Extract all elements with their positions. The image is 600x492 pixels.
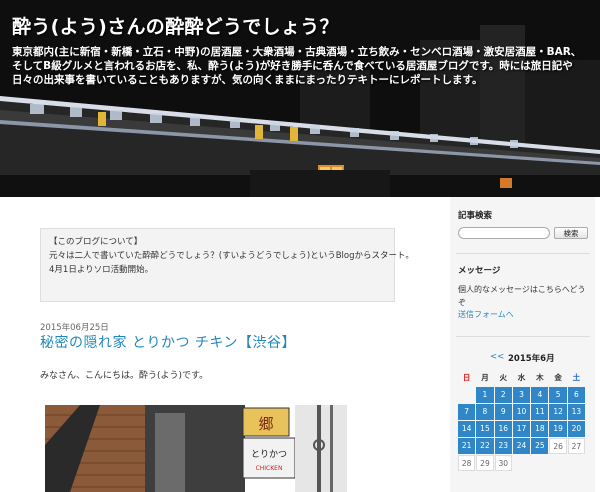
calendar-weekday: 金 — [554, 373, 562, 382]
calendar-day: 29 — [476, 455, 494, 471]
blog-description: 東京都内(主に新宿・新橋・立石・中野)の居酒屋・大衆酒場・古典酒場・立ち飲み・セ… — [12, 46, 582, 86]
calendar-day[interactable]: 23 — [494, 438, 512, 454]
main-column: 【このブログについて】 元々は二人で書いていた酔酔どうでしょう？(すいようどうで… — [30, 197, 430, 492]
message-form-link[interactable]: 送信フォームへ — [458, 309, 586, 320]
about-heading: 【このブログについて】 — [49, 237, 143, 247]
post-greeting: みなさん、こんにちは。酔う(よう)です。 — [40, 371, 209, 381]
calendar-day[interactable]: 17 — [512, 421, 531, 437]
calendar-day: 26 — [549, 438, 567, 454]
calendar-week-row: 123456 — [458, 387, 586, 403]
calendar-day[interactable]: 12 — [549, 404, 567, 420]
calendar-day[interactable]: 16 — [494, 421, 512, 437]
calendar-day[interactable]: 20 — [567, 421, 586, 437]
message-description: 個人的なメッセージはこちらへどうぞ — [458, 285, 586, 307]
calendar-week-row: 21 22 23 24 25 26 27 — [458, 438, 586, 454]
calendar-weekday: 土 — [572, 373, 581, 382]
restaurant-photo: 郷 とりかつ CHICKEN — [45, 405, 347, 492]
calendar-day[interactable]: 3 — [512, 387, 531, 403]
sign-text-2-sub: CHICKEN — [256, 465, 283, 472]
calendar-day: 30 — [494, 455, 512, 471]
calendar-day[interactable]: 2 — [494, 387, 512, 403]
calendar-day[interactable]: 8 — [476, 404, 494, 420]
calendar-weekday: 水 — [517, 373, 526, 382]
calendar-weekday: 月 — [481, 373, 489, 382]
post-photo[interactable]: 郷 とりかつ CHICKEN — [45, 405, 347, 492]
search-widget-title: 記事検索 — [458, 211, 493, 221]
message-widget: メッセージ 個人的なメッセージはこちらへどうぞ 送信フォームへ — [458, 264, 586, 320]
calendar-weekday: 日 — [462, 373, 471, 382]
calendar-day[interactable]: 18 — [531, 421, 549, 437]
calendar-day[interactable]: 5 — [549, 387, 567, 403]
calendar-weekday-row: 日月火水木金土 — [458, 370, 586, 386]
calendar-day[interactable]: 1 — [476, 387, 494, 403]
calendar-week-row: 28 29 30 — [458, 455, 586, 471]
calendar-day[interactable]: 15 — [476, 421, 494, 437]
calendar-day[interactable]: 13 — [567, 404, 586, 420]
sidebar: 記事検索 検索 メッセージ 個人的なメッセージはこちらへどうぞ 送信フォームへ … — [450, 197, 595, 492]
calendar-day[interactable]: 11 — [531, 404, 549, 420]
sidebar-divider — [456, 253, 590, 254]
calendar-day[interactable]: 22 — [476, 438, 494, 454]
calendar-day: 27 — [567, 438, 586, 454]
calendar-day: 28 — [458, 455, 476, 471]
sign-text-2: とりかつ — [251, 449, 287, 460]
calendar-empty-cell — [568, 455, 585, 471]
search-widget: 記事検索 検索 — [458, 209, 588, 249]
search-input[interactable] — [458, 227, 550, 239]
calendar-grid: 日月火水木金土 1 2 3 4 5 6 7 8 9 10 11 12 13 14 15 16 17 18 19 20 21… — [458, 370, 586, 472]
post-title-link[interactable]: 秘密の隠れ家 とりかつ チキン【渋谷】 — [40, 332, 296, 352]
calendar-day[interactable]: 25 — [531, 438, 549, 454]
sidebar-divider — [456, 336, 590, 337]
calendar-month-label: 2015年6月 — [508, 354, 555, 364]
search-row: 検索 — [458, 227, 588, 241]
calendar-prev-month[interactable]: << — [490, 352, 504, 362]
calendar-day[interactable]: 7 — [458, 404, 476, 420]
search-button[interactable]: 検索 — [554, 227, 588, 239]
calendar-day[interactable]: 10 — [512, 404, 531, 420]
calendar-day[interactable]: 19 — [549, 421, 567, 437]
sign-text-1: 郷 — [258, 415, 273, 433]
calendar-weekday: 木 — [536, 373, 544, 382]
calendar-day[interactable]: 9 — [494, 404, 512, 420]
calendar-week-row: 14 15 16 17 18 19 20 — [458, 421, 586, 437]
about-line: 4月1日よりソロ活動開始。 — [49, 265, 154, 275]
calendar-day[interactable]: 24 — [512, 438, 531, 454]
calendar-day[interactable]: 14 — [458, 421, 476, 437]
about-blog-box: 【このブログについて】 元々は二人で書いていた酔酔どうでしょう？(すいようどうで… — [40, 228, 414, 302]
calendar-empty-cell — [549, 455, 566, 471]
calendar-day[interactable]: 4 — [531, 387, 549, 403]
calendar-day[interactable]: 21 — [458, 438, 476, 454]
about-line: 元々は二人で書いていた酔酔どうでしょう？(すいようどうでしょう)というBlogか… — [49, 251, 414, 261]
content-area: 【このブログについて】 元々は二人で書いていた酔酔どうでしょう？(すいようどうで… — [0, 197, 600, 492]
message-widget-title: メッセージ — [458, 266, 501, 276]
calendar-day[interactable]: 6 — [567, 387, 586, 403]
calendar-empty-cell — [458, 387, 475, 403]
blog-title[interactable]: 酔う(よう)さんの酔酔どうでしょう？ — [12, 12, 339, 39]
calendar-empty-cell — [513, 455, 530, 471]
blog-header: 酔う(よう)さんの酔酔どうでしょう？ 東京都内(主に新宿・新橋・立石・中野)の居… — [0, 0, 600, 197]
calendar-header: << 2015年6月 — [458, 352, 588, 364]
calendar-weekday: 火 — [499, 373, 507, 382]
calendar-empty-cell — [531, 455, 548, 471]
calendar-week-row: 7 8 9 10 11 12 13 — [458, 404, 586, 420]
